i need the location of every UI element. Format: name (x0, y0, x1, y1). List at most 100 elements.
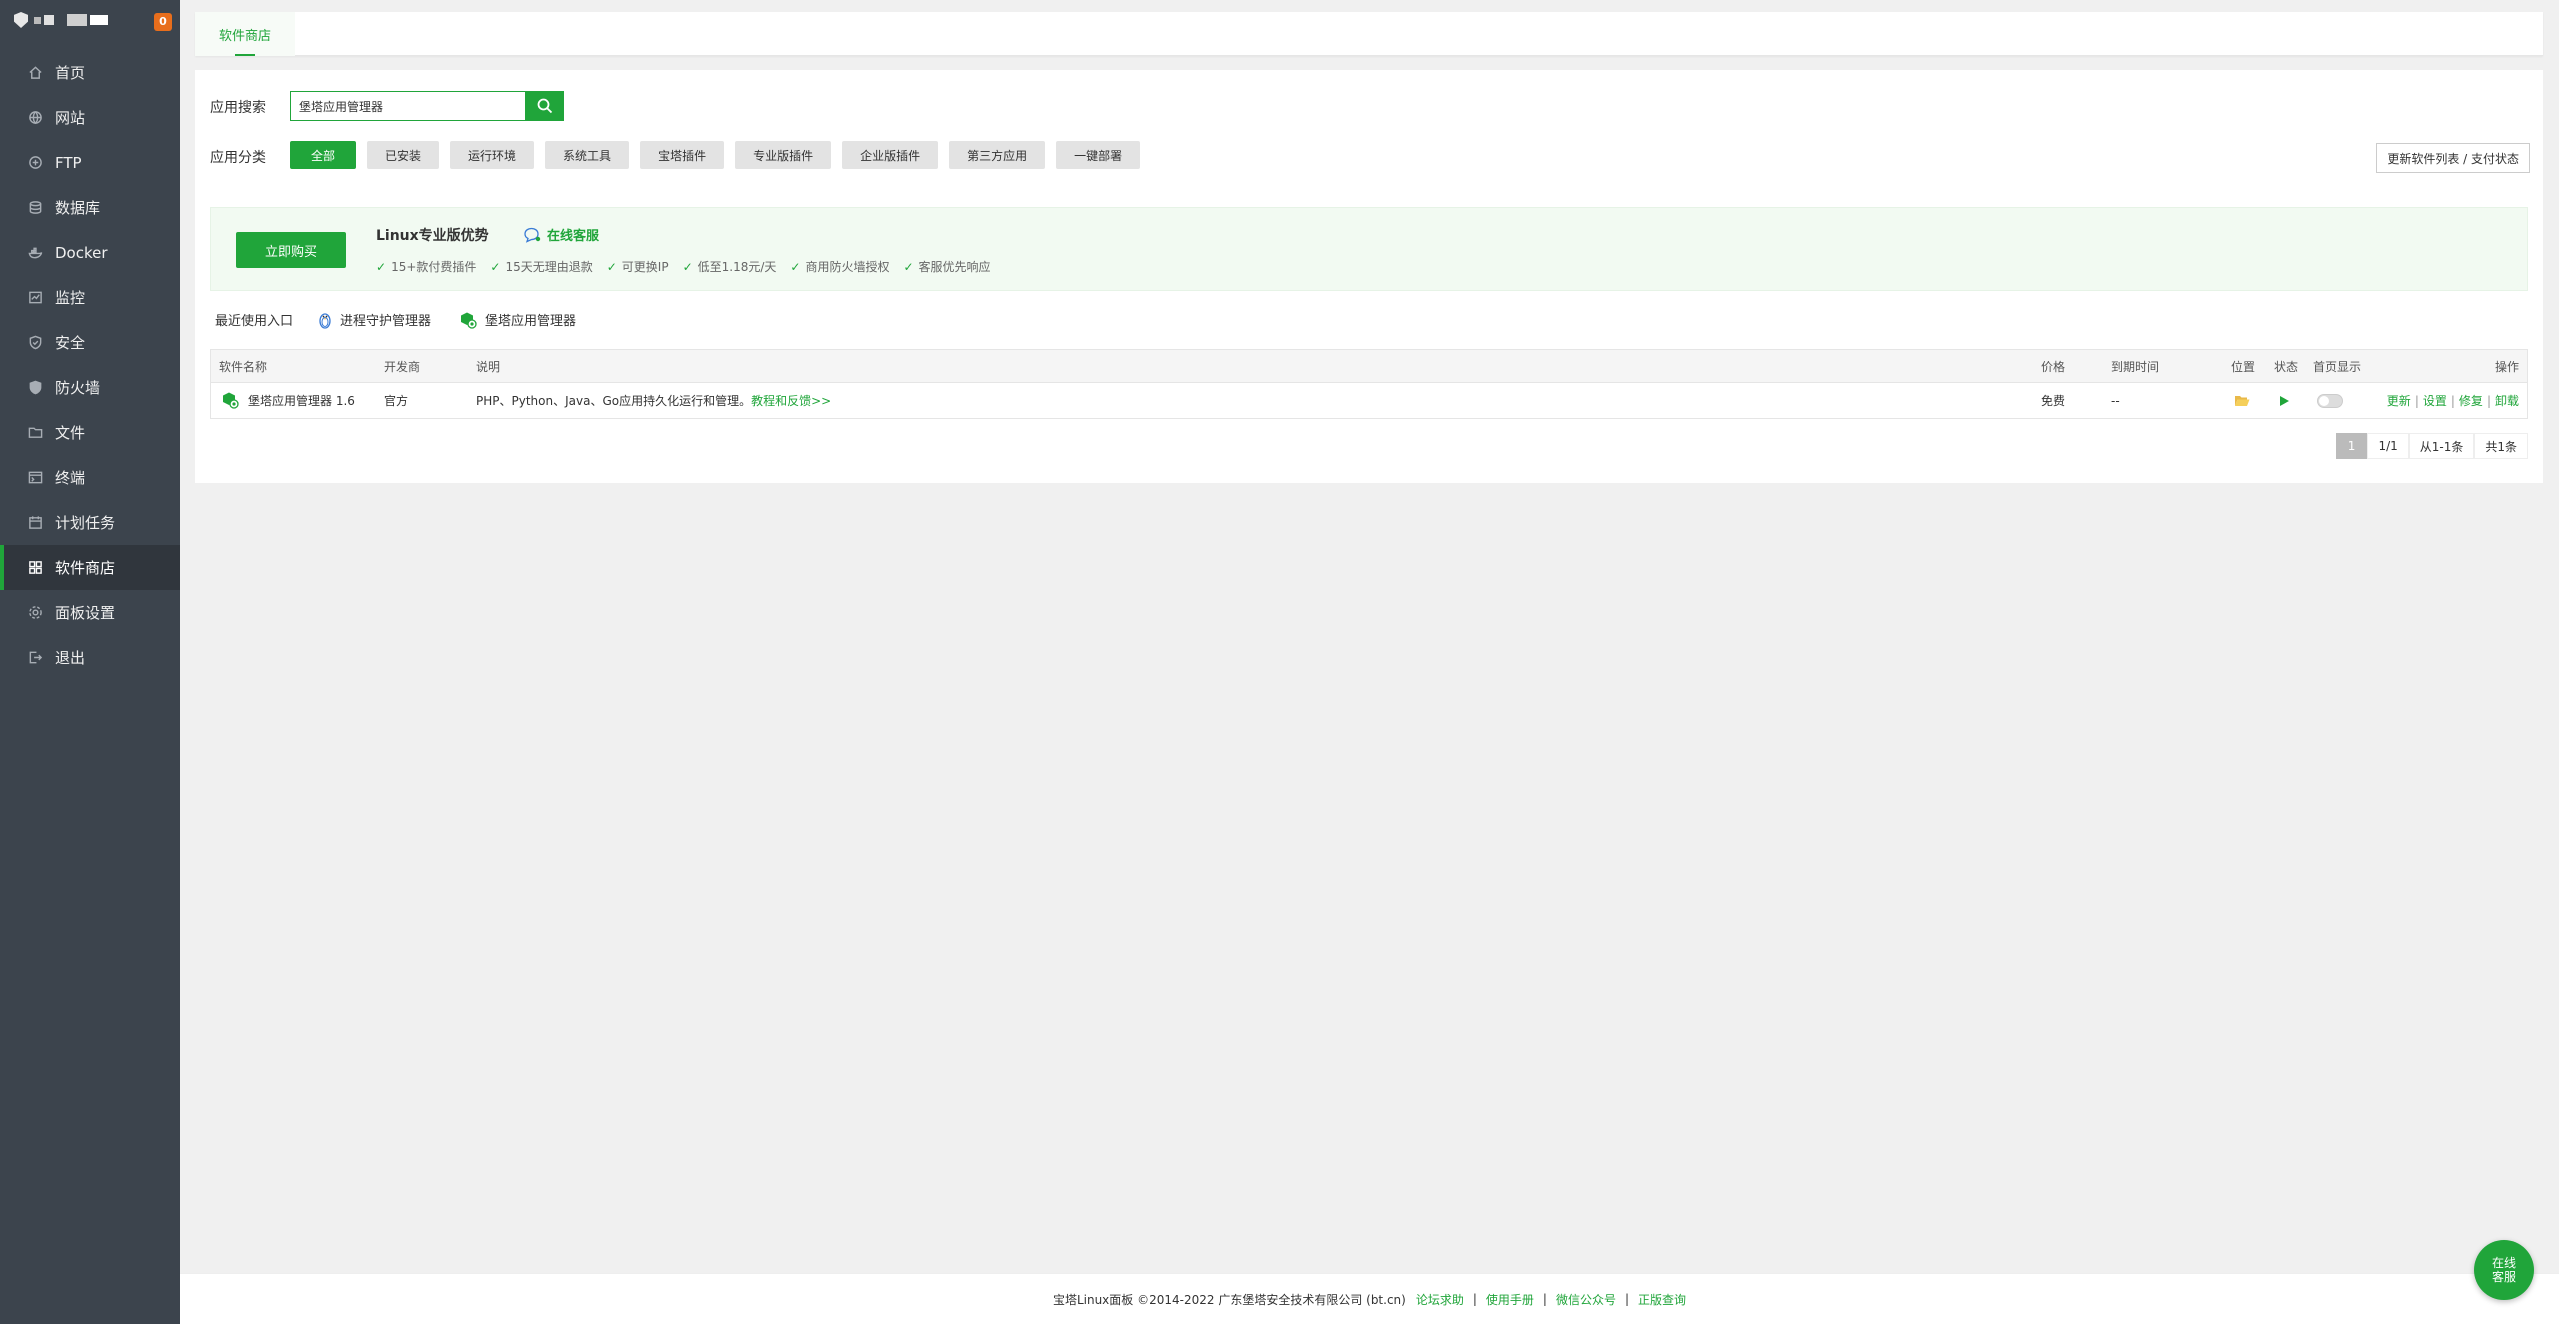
category-enterprise-plugins[interactable]: 企业版插件 (842, 141, 939, 169)
promo-feature: ✓ 可更换IP (606, 259, 669, 275)
settings-link[interactable]: 设置 (2423, 394, 2447, 408)
sidebar-item-label: 软件商店 (55, 559, 116, 577)
category-third-party[interactable]: 第三方应用 (949, 141, 1046, 169)
repair-link[interactable]: 修复 (2459, 394, 2483, 408)
promo-feature: ✓ 客服优先响应 (903, 259, 991, 275)
col-status: 状态 (2274, 359, 2299, 374)
software-name[interactable]: 堡塔应用管理器 1.6 (248, 392, 355, 409)
recent-item-process-guard[interactable]: 进程守护管理器 (318, 310, 431, 329)
col-expire[interactable]: 到期时间 (2111, 358, 2159, 375)
check-icon: ✓ (606, 259, 617, 274)
col-price[interactable]: 价格 (2041, 358, 2065, 375)
promo-feature: ✓ 15+款付费插件 (376, 259, 477, 275)
shield-check-icon (27, 335, 43, 351)
folder-open-icon[interactable] (2234, 394, 2250, 411)
pro-promo-banner: 立即购买 Linux专业版优势 在线客服 ✓ 15+款付费插件 ✓ 15天无理由退款… (210, 207, 2528, 291)
sidebar-item-panel-settings[interactable]: 面板设置 (0, 590, 180, 635)
footer-link-forum[interactable]: 论坛求助 (1416, 1291, 1464, 1308)
recent-item-label: 进程守护管理器 (340, 314, 432, 329)
monitor-icon (27, 290, 43, 306)
recent-entries: 最近使用入口 进程守护管理器 堡塔应用管理器 (215, 310, 576, 329)
col-developer: 开发商 (384, 359, 421, 374)
sidebar-item-files[interactable]: 文件 (0, 410, 180, 455)
page-range: 从1-1条 (2408, 433, 2475, 459)
shield-logo-icon (14, 12, 28, 28)
logo: 0 (0, 0, 180, 40)
software-expire: -- (2111, 393, 2120, 408)
sidebar-item-security[interactable]: 安全 (0, 320, 180, 365)
docker-icon (27, 245, 43, 261)
sidebar-item-terminal[interactable]: 终端 (0, 455, 180, 500)
footer-link-wechat[interactable]: 微信公众号 (1556, 1291, 1616, 1308)
sidebar-item-monitor[interactable]: 监控 (0, 275, 180, 320)
category-bt-plugins[interactable]: 宝塔插件 (640, 141, 725, 169)
sidebar-item-label: 计划任务 (55, 514, 116, 532)
sidebar-item-cron[interactable]: 计划任务 (0, 500, 180, 545)
online-service-label: 在线客服 (547, 229, 600, 244)
page-current[interactable]: 1 (2335, 433, 2368, 459)
tutorial-feedback-link[interactable]: 教程和反馈>> (751, 394, 831, 408)
globe-icon (27, 110, 43, 126)
uninstall-link[interactable]: 卸载 (2495, 394, 2519, 408)
calendar-icon (27, 515, 43, 531)
sidebar-item-label: 网站 (55, 109, 86, 127)
promo-title: Linux专业版优势 (376, 228, 489, 244)
firewall-icon (27, 380, 43, 396)
search-label: 应用搜索 (210, 100, 266, 116)
logout-icon (27, 650, 43, 666)
sidebar-item-website[interactable]: 网站 (0, 95, 180, 140)
sidebar-item-docker[interactable]: Docker (0, 230, 180, 275)
col-name[interactable]: 软件名称 (219, 358, 267, 375)
recent-item-app-manager[interactable]: 堡塔应用管理器 (459, 310, 576, 329)
buy-now-button[interactable]: 立即购买 (236, 232, 346, 268)
recent-label: 最近使用入口 (215, 314, 294, 329)
sidebar-item-label: 退出 (55, 649, 86, 667)
update-link[interactable]: 更新 (2387, 394, 2411, 408)
footer-link-manual[interactable]: 使用手册 (1486, 1291, 1534, 1308)
sidebar-item-software-store[interactable]: 软件商店 (0, 545, 180, 590)
sidebar: 0 首页 网站 FTP 数据库 Docker 监控 安全 防火墙 文件 终端 计… (0, 0, 180, 1324)
chat-bubble-icon (524, 227, 541, 243)
page-total: 共1条 (2474, 433, 2528, 459)
sidebar-item-database[interactable]: 数据库 (0, 185, 180, 230)
play-status-icon[interactable] (2278, 395, 2290, 410)
footer: 宝塔Linux面板 ©2014-2022 广东堡塔安全技术有限公司 (bt.cn… (180, 1273, 2559, 1324)
app-manager-icon (461, 312, 477, 329)
ftp-icon (27, 155, 43, 171)
sidebar-item-ftp[interactable]: FTP (0, 140, 180, 185)
sidebar-item-firewall[interactable]: 防火墙 (0, 365, 180, 410)
category-system-tools[interactable]: 系统工具 (545, 141, 630, 169)
sidebar-item-label: 首页 (55, 64, 86, 82)
category-runtime[interactable]: 运行环境 (450, 141, 535, 169)
sidebar-item-label: 安全 (55, 334, 86, 352)
gear-icon (27, 605, 43, 621)
category-installed[interactable]: 已安装 (367, 141, 440, 169)
tab-bar: 软件商店 (195, 12, 2543, 56)
software-developer: 官方 (384, 394, 409, 408)
category-one-click-deploy[interactable]: 一键部署 (1056, 141, 1141, 169)
sidebar-item-label: 防火墙 (55, 379, 101, 397)
notification-badge[interactable]: 0 (154, 13, 172, 31)
home-display-toggle[interactable] (2317, 394, 2343, 408)
update-software-list-button[interactable]: 更新软件列表 / 支付状态 (2376, 143, 2530, 173)
terminal-icon (27, 470, 43, 486)
sidebar-item-home[interactable]: 首页 (0, 50, 180, 95)
online-service-link[interactable]: 在线客服 (523, 225, 599, 244)
tab-software-store[interactable]: 软件商店 (195, 12, 295, 56)
search-button[interactable] (526, 91, 564, 121)
software-store-panel: 应用搜索 应用分类 全部 已安装 运行环境 系统工具 宝塔插件 专业版插件 企业… (195, 70, 2543, 483)
sidebar-item-logout[interactable]: 退出 (0, 635, 180, 680)
sidebar-item-label: 文件 (55, 424, 86, 442)
search-input[interactable] (290, 91, 526, 121)
category-all[interactable]: 全部 (290, 141, 357, 169)
home-icon (27, 65, 43, 81)
footer-link-license-check[interactable]: 正版查询 (1638, 1291, 1686, 1308)
search-icon (537, 98, 553, 114)
category-pro-plugins[interactable]: 专业版插件 (735, 141, 832, 169)
check-icon: ✓ (376, 259, 387, 274)
recent-item-label: 堡塔应用管理器 (485, 314, 577, 329)
col-operations: 操作 (2494, 359, 2519, 374)
promo-feature: ✓ 商用防火墙授权 (790, 259, 890, 275)
floating-online-service-button[interactable]: 在线 客服 (2474, 1240, 2534, 1300)
sidebar-item-label: 监控 (55, 289, 86, 307)
